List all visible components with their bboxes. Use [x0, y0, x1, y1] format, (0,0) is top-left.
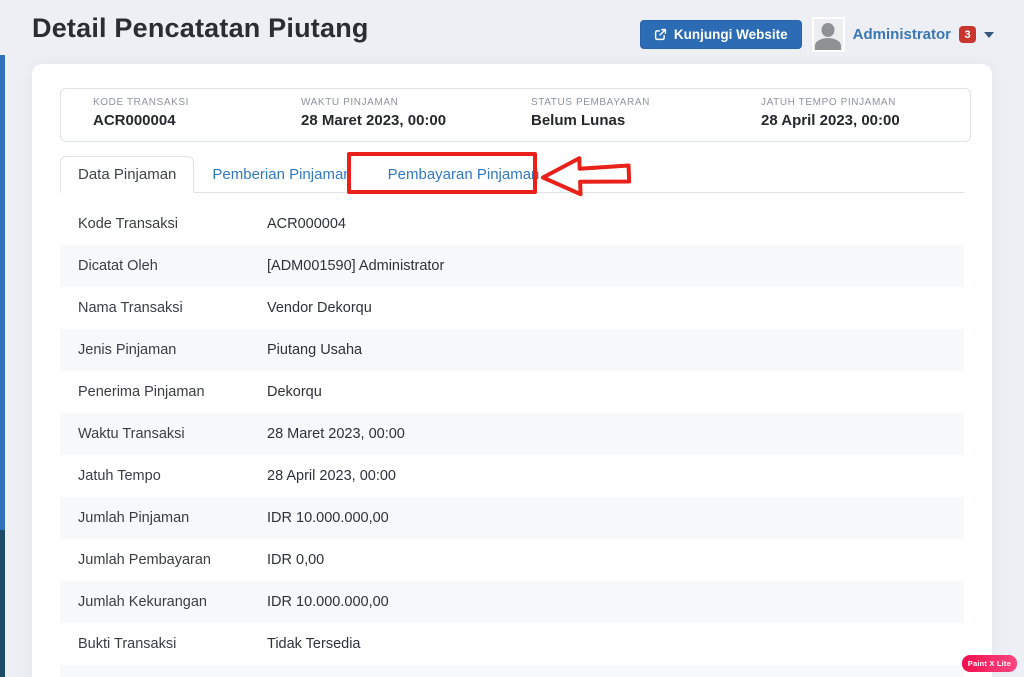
table-row: Jatuh Tempo 28 April 2023, 00:00	[60, 455, 964, 497]
table-row: Jumlah Kekurangan IDR 10.000.000,00	[60, 581, 964, 623]
table-row: Jumlah Pembayaran IDR 0,00	[60, 539, 964, 581]
table-row: Penerima Pinjaman Dekorqu	[60, 371, 964, 413]
table-row: Jumlah Pinjaman IDR 10.000.000,00	[60, 497, 964, 539]
table-row: Waktu Transaksi 28 Maret 2023, 00:00	[60, 413, 964, 455]
row-label: Jumlah Kekurangan	[78, 594, 207, 610]
row-value: Piutang Usaha	[267, 342, 362, 358]
table-row: Dicatat Oleh [ADM001590] Administrator	[60, 245, 964, 287]
summary-value: ACR000004	[93, 112, 301, 129]
row-value: IDR 10.000.000,00	[267, 594, 389, 610]
visit-website-label: Kunjungi Website	[674, 27, 788, 42]
table-row: Bukti Transaksi Tidak Tersedia	[60, 623, 964, 665]
external-link-icon	[654, 28, 667, 41]
row-label: Jumlah Pembayaran	[78, 552, 211, 568]
summary-label: JATUH TEMPO PINJAMAN	[761, 97, 970, 108]
tab-pembayaran-pinjaman[interactable]: Pembayaran Pinjaman	[370, 156, 558, 193]
row-label: Nama Transaksi	[78, 300, 183, 316]
row-label: Jumlah Pinjaman	[78, 510, 189, 526]
row-value: Vendor Dekorqu	[267, 300, 372, 316]
tab-data-pinjaman[interactable]: Data Pinjaman	[60, 156, 194, 193]
summary-label: STATUS PEMBAYARAN	[531, 97, 761, 108]
tab-bar: Data Pinjaman Pemberian Pinjaman Pembaya…	[60, 156, 964, 193]
summary-item: WAKTU PINJAMAN 28 Maret 2023, 00:00	[301, 97, 531, 141]
row-value: 28 April 2023, 00:00	[267, 468, 396, 484]
tab-pemberian-pinjaman[interactable]: Pemberian Pinjaman	[194, 156, 369, 193]
table-row: Kode Transaksi ACR000004	[60, 203, 964, 245]
row-value: IDR 0,00	[267, 552, 324, 568]
avatar-head	[822, 23, 835, 37]
header-actions: Kunjungi Website Administrator 3	[640, 17, 994, 52]
table-row: Nama Transaksi Vendor Dekorqu	[60, 287, 964, 329]
row-label: Kode Transaksi	[78, 216, 178, 232]
row-label: Penerima Pinjaman	[78, 384, 205, 400]
row-value: ACR000004	[267, 216, 346, 232]
user-menu[interactable]: Administrator 3	[812, 17, 994, 52]
row-value: 28 Maret 2023, 00:00	[267, 426, 405, 442]
sidebar-edge-top	[0, 55, 5, 530]
sidebar-edge-bottom	[0, 530, 5, 677]
row-value: Dekorqu	[267, 384, 322, 400]
visit-website-button[interactable]: Kunjungi Website	[640, 20, 802, 49]
row-label: Dicatat Oleh	[78, 258, 158, 274]
summary-value: 28 April 2023, 00:00	[761, 112, 970, 129]
row-value: Tidak Tersedia	[267, 636, 361, 652]
detail-card: KODE TRANSAKSI ACR000004 WAKTU PINJAMAN …	[32, 64, 992, 677]
summary-value: 28 Maret 2023, 00:00	[301, 112, 531, 129]
row-value: IDR 10.000.000,00	[267, 510, 389, 526]
summary-item: KODE TRANSAKSI ACR000004	[93, 97, 301, 141]
row-label: Bukti Transaksi	[78, 636, 176, 652]
summary-label: WAKTU PINJAMAN	[301, 97, 531, 108]
avatar-torso	[815, 38, 841, 52]
summary-item: STATUS PEMBAYARAN Belum Lunas	[531, 97, 761, 141]
user-name[interactable]: Administrator	[853, 26, 951, 43]
summary-value: Belum Lunas	[531, 112, 761, 129]
table-row: Jenis Pinjaman Piutang Usaha	[60, 329, 964, 371]
summary-label: KODE TRANSAKSI	[93, 97, 301, 108]
caret-down-icon[interactable]	[984, 32, 994, 38]
row-label: Waktu Transaksi	[78, 426, 185, 442]
row-label: Jatuh Tempo	[78, 468, 161, 484]
avatar[interactable]	[812, 17, 845, 52]
row-label: Jenis Pinjaman	[78, 342, 176, 358]
row-value: [ADM001590] Administrator	[267, 258, 444, 274]
detail-table: Kode Transaksi ACR000004 Dicatat Oleh [A…	[60, 203, 964, 677]
page-title: Detail Pencatatan Piutang	[32, 13, 369, 44]
paint-x-lite-watermark: Paint X Lite	[962, 655, 1017, 672]
summary-bar: KODE TRANSAKSI ACR000004 WAKTU PINJAMAN …	[60, 88, 971, 142]
summary-item: JATUH TEMPO PINJAMAN 28 April 2023, 00:0…	[761, 97, 970, 141]
notification-badge: 3	[959, 26, 976, 43]
